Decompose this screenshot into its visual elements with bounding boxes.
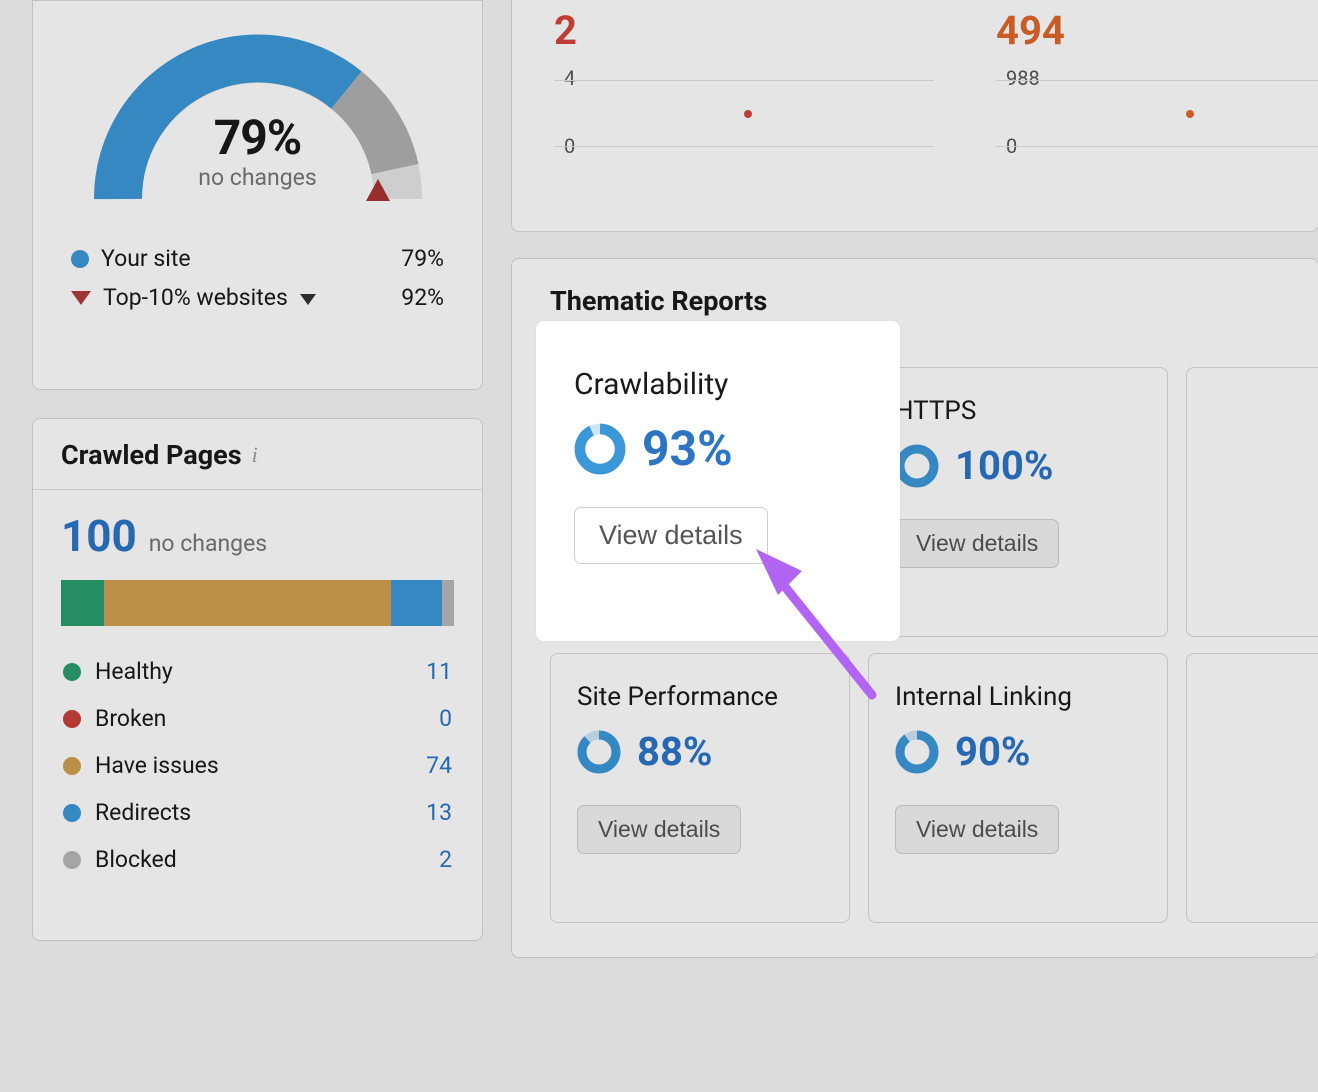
warnings-value: 494 [996, 7, 1318, 54]
report-title: Crawlability [574, 367, 862, 402]
spark-dot [744, 110, 752, 118]
dot-icon [63, 804, 81, 822]
view-details-button[interactable]: View details [895, 805, 1059, 854]
dot-icon [63, 851, 81, 869]
site-health-score: 79% [88, 109, 428, 166]
list-item[interactable]: Broken 0 [61, 695, 454, 742]
crawled-breakdown-list: Healthy 11 Broken 0 Have issues 74 Redir… [61, 648, 454, 883]
legend-top10-dropdown[interactable]: Top-10% websites 92% [61, 278, 454, 317]
bar-seg-redirects [391, 580, 442, 626]
crawled-pages-card: Crawled Pages i 100 no changes Healthy 1… [32, 418, 483, 941]
legend-your-site[interactable]: Your site 79% [61, 239, 454, 278]
triangle-down-icon [71, 291, 91, 305]
errors-title: Errors [554, 0, 615, 1]
report-title: Site Performance [577, 682, 823, 712]
info-icon[interactable]: i [625, 0, 631, 1]
report-internal-linking: Internal Linking 90% View details [868, 653, 1168, 923]
report-score: 93% [642, 420, 733, 477]
report-https: HTTPS 100% View details [868, 367, 1168, 637]
dot-icon [63, 757, 81, 775]
bar-seg-healthy [61, 580, 104, 626]
thematic-reports-title: Thematic Reports [512, 259, 1318, 321]
info-icon[interactable]: i [1102, 0, 1108, 1]
crawled-pages-title: Crawled Pages [61, 439, 242, 471]
report-title: Internal Linking [895, 682, 1141, 712]
warnings-stat[interactable]: Warnings i 494 988 0 [996, 0, 1318, 168]
bar-seg-issues [104, 580, 391, 626]
chevron-down-icon [300, 294, 316, 305]
report-score: 100% [955, 442, 1053, 489]
site-health-card: 79% no changes Your site 79% Top-10% web… [32, 0, 483, 390]
errors-warnings-card: Errors i 2 4 0 Warnings i 494 988 0 [511, 0, 1318, 232]
donut-icon [577, 730, 621, 774]
donut-icon [574, 423, 626, 475]
donut-icon [895, 730, 939, 774]
errors-value: 2 [554, 7, 954, 54]
warnings-sparkline: 988 0 [996, 68, 1318, 168]
crawled-stacked-bar[interactable] [61, 580, 454, 626]
report-score: 90% [955, 728, 1030, 775]
view-details-button[interactable]: View details [895, 519, 1059, 568]
report-site-performance: Site Performance 88% View details [550, 653, 850, 923]
bar-seg-blocked [442, 580, 454, 626]
site-health-gauge: 79% no changes [88, 29, 428, 209]
report-score: 88% [637, 728, 712, 775]
crawled-sub: no changes [149, 530, 267, 557]
donut-icon [895, 444, 939, 488]
thematic-reports-card: Thematic Reports Crawlability 93% View d… [511, 258, 1318, 958]
info-icon[interactable]: i [252, 442, 258, 468]
report-crawlability: Crawlability 93% View details [536, 321, 900, 641]
list-item[interactable]: Redirects 13 [61, 789, 454, 836]
dot-icon [71, 250, 89, 268]
crawled-total[interactable]: 100 [61, 510, 137, 562]
list-item[interactable]: Have issues 74 [61, 742, 454, 789]
errors-sparkline: 4 0 [554, 68, 934, 168]
spark-dot [1186, 110, 1194, 118]
dot-icon [63, 663, 81, 681]
view-details-button[interactable]: View details [574, 507, 768, 564]
warnings-title: Warnings [996, 0, 1092, 1]
errors-stat[interactable]: Errors i 2 4 0 [554, 0, 954, 168]
report-placeholder [1186, 653, 1318, 923]
report-title: HTTPS [895, 396, 1141, 426]
list-item[interactable]: Healthy 11 [61, 648, 454, 695]
report-placeholder [1186, 367, 1318, 637]
dot-icon [63, 710, 81, 728]
list-item[interactable]: Blocked 2 [61, 836, 454, 883]
view-details-button[interactable]: View details [577, 805, 741, 854]
site-health-sub: no changes [88, 164, 428, 191]
